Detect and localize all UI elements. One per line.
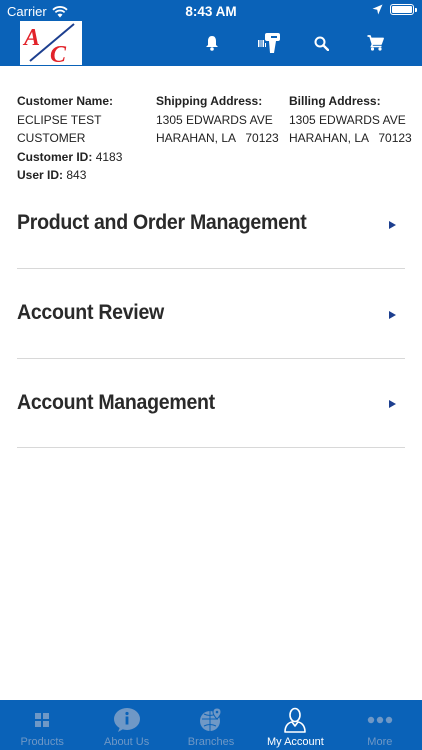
search-button[interactable]	[308, 30, 334, 56]
bell-icon	[206, 36, 218, 51]
shipping-address: Shipping Address: 1305 EDWARDS AVE HARAH…	[156, 92, 286, 148]
more-dots-icon	[338, 706, 422, 734]
globe-pin-icon	[169, 706, 253, 734]
shipping-line2: HARAHAN, LA 70123	[156, 131, 279, 145]
tab-bar: Products About Us Branches My Account Mo…	[0, 700, 422, 750]
customer-name-line2: CUSTOMER	[17, 131, 86, 145]
notifications-button[interactable]	[199, 30, 225, 56]
tab-label: My Account	[266, 736, 324, 748]
billing-line2: HARAHAN, LA 70123	[289, 131, 412, 145]
tab-my-account[interactable]: My Account	[253, 700, 337, 750]
tab-label: Products	[20, 736, 64, 748]
scanner-button[interactable]	[256, 30, 284, 56]
company-logo[interactable]: A C	[20, 21, 82, 65]
tab-label: More	[367, 736, 393, 748]
menu-label: Account Review	[17, 301, 164, 324]
chevron-right-icon	[389, 400, 396, 408]
cart-icon	[367, 35, 384, 51]
info-icon	[84, 706, 168, 734]
menu-product-order-management[interactable]: Product and Order Management	[17, 179, 405, 269]
barcode-scanner-icon	[258, 33, 280, 53]
customer-id-row: Customer ID: 4183	[17, 148, 147, 167]
tab-products[interactable]: Products	[0, 700, 84, 750]
svg-text:C: C	[50, 42, 67, 65]
customer-name-line1: ECLIPSE TEST	[17, 112, 102, 127]
menu-label: Product and Order Management	[17, 211, 307, 234]
customer-id-label: Customer ID:	[17, 149, 93, 164]
tab-more[interactable]: More	[338, 700, 422, 750]
app-header: Carrier 8:43 AM A C	[0, 0, 422, 66]
menu-label: Account Management	[17, 391, 215, 414]
billing-address-label: Billing Address:	[289, 94, 381, 108]
location-arrow-icon	[372, 4, 383, 15]
person-icon	[253, 706, 337, 734]
svg-text:A: A	[22, 25, 40, 51]
cart-button[interactable]	[362, 30, 388, 56]
chevron-right-icon	[389, 221, 396, 229]
customer-column: Customer Name: ECLIPSE TEST CUSTOMER Cus…	[17, 92, 147, 185]
tab-label: Branches	[187, 736, 235, 748]
billing-line1: 1305 EDWARDS AVE	[289, 112, 406, 127]
tab-label: About Us	[103, 736, 150, 748]
shipping-line1: 1305 EDWARDS AVE	[156, 112, 273, 127]
billing-address: Billing Address: 1305 EDWARDS AVE HARAHA…	[289, 92, 414, 148]
customer-id-value: 4183	[95, 149, 123, 164]
status-bar: Carrier 8:43 AM	[0, 0, 422, 22]
chevron-right-icon	[389, 311, 396, 319]
grid-icon	[0, 706, 84, 734]
tab-about-us[interactable]: About Us	[84, 700, 168, 750]
tab-branches[interactable]: Branches	[169, 700, 253, 750]
search-icon	[314, 36, 329, 51]
shipping-address-label: Shipping Address:	[156, 94, 263, 108]
customer-name-label: Customer Name:	[17, 94, 114, 108]
status-time: 8:43 AM	[185, 4, 237, 19]
menu-account-management[interactable]: Account Management	[17, 358, 405, 448]
logo-graphic: A C	[22, 23, 75, 65]
status-right	[372, 4, 417, 15]
battery-icon	[390, 4, 417, 15]
menu-account-review[interactable]: Account Review	[17, 269, 405, 359]
